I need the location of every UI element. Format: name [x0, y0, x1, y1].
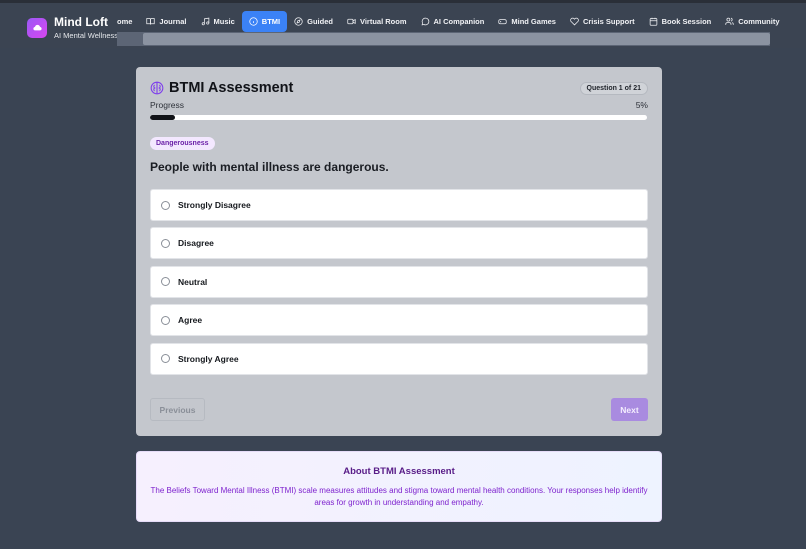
brain-logo-icon	[27, 18, 47, 38]
about-description: The Beliefs Toward Mental Illness (BTMI)…	[150, 486, 648, 507]
previous-button[interactable]: Previous	[150, 398, 205, 421]
nav-item-label: ome	[117, 17, 133, 26]
option-label: Disagree	[178, 238, 214, 249]
brain-icon	[150, 81, 164, 95]
gamepad-icon	[498, 19, 507, 25]
nav-item-label: Music	[213, 17, 235, 26]
music-icon	[201, 17, 209, 26]
nav-item-book-session[interactable]: Book Session	[642, 11, 719, 32]
nav-item-label: Mind Games	[511, 17, 556, 26]
book-icon	[146, 18, 156, 25]
nav-item-label: Book Session	[661, 17, 712, 26]
radio-button[interactable]	[161, 238, 170, 248]
heart-icon	[570, 17, 579, 26]
option-strongly-agree[interactable]: Strongly Agree	[150, 342, 648, 375]
radio-button[interactable]	[161, 200, 170, 210]
nav-item-ai-companion[interactable]: AI Companion	[414, 11, 492, 32]
nav-item-label: Crisis Support	[582, 17, 635, 26]
option-label: Strongly Disagree	[178, 200, 251, 210]
nav-item-label: Guided	[307, 17, 333, 26]
category-badge: Dangerousness	[150, 137, 215, 150]
nav-scrollbar-thumb[interactable]	[143, 33, 770, 45]
video-icon	[347, 18, 356, 25]
nav-item-label: BTMI	[261, 17, 281, 26]
nav-item-guided[interactable]: Guided	[287, 11, 340, 32]
radio-button[interactable]	[161, 315, 170, 325]
nav-item-mind-games[interactable]: Mind Games	[491, 11, 563, 32]
nav-item-label: Journal	[159, 17, 187, 26]
option-neutral[interactable]: Neutral	[150, 265, 648, 298]
nav-item-home[interactable]: ome	[117, 11, 139, 32]
nav-item-journal[interactable]: Journal	[139, 11, 193, 32]
brand[interactable]: Mind Loft AI Mental Wellness	[27, 15, 118, 41]
main-nav: ome Journal Music BTMI Guided Virtual Ro…	[117, 11, 787, 32]
radio-button[interactable]	[161, 354, 170, 364]
page-title: BTMI Assessment	[169, 80, 294, 96]
next-button[interactable]: Next	[611, 398, 648, 421]
radio-button[interactable]	[161, 277, 170, 287]
nav-item-label: Virtual Room	[359, 17, 407, 26]
brand-subtitle: AI Mental Wellness	[54, 30, 119, 40]
chat-icon	[421, 17, 429, 26]
assessment-card: BTMI Assessment Question 1 of 21 Progres…	[136, 67, 662, 436]
nav-item-music[interactable]: Music	[194, 11, 242, 32]
nav-item-crisis-support[interactable]: Crisis Support	[563, 11, 642, 32]
option-label: Strongly Agree	[178, 353, 239, 364]
info-icon	[249, 17, 258, 26]
about-title: About BTMI Assessment	[343, 466, 455, 477]
option-disagree[interactable]: Disagree	[150, 227, 648, 260]
progress-percent: 5%	[635, 100, 648, 110]
nav-item-label: Community	[738, 17, 780, 26]
option-label: Agree	[178, 315, 203, 326]
assessment-header: BTMI Assessment	[150, 80, 293, 96]
users-icon	[725, 17, 734, 25]
option-label: Neutral	[178, 276, 208, 287]
question-text: People with mental illness are dangerous…	[150, 160, 389, 174]
option-strongly-disagree[interactable]: Strongly Disagree	[150, 189, 648, 221]
option-agree[interactable]: Agree	[150, 304, 648, 337]
answer-options: Strongly Disagree Disagree Neutral Agree…	[150, 189, 648, 381]
progress-fill	[150, 115, 175, 120]
question-counter-badge: Question 1 of 21	[579, 82, 648, 95]
nav-item-btmi[interactable]: BTMI	[241, 11, 288, 32]
compass-icon	[294, 17, 303, 26]
brand-title: Mind Loft	[54, 15, 108, 30]
progress-bar	[150, 115, 647, 120]
nav-item-label: AI Companion	[433, 17, 485, 26]
about-card: About BTMI Assessment The Beliefs Toward…	[136, 451, 662, 522]
progress-label: Progress	[150, 100, 185, 110]
calendar-icon	[649, 17, 657, 26]
top-navbar: Mind Loft AI Mental Wellness ome Journal…	[0, 0, 806, 48]
nav-item-virtual-room[interactable]: Virtual Room	[340, 11, 414, 32]
nav-item-community[interactable]: Community	[718, 11, 786, 32]
